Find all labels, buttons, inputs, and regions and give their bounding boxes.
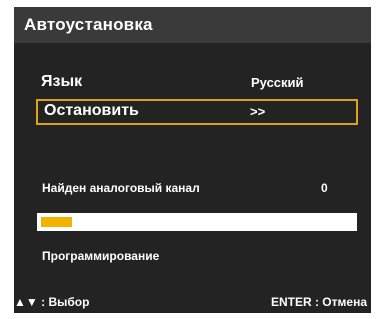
channel-found-row: Найден аналоговый канал 0 [42,181,352,199]
stop-row[interactable]: Остановить >> [36,99,358,125]
title-bar: Автоустановка [14,7,371,43]
footer: ▲▼ : Выбор ENTER : Отмена [14,295,371,313]
channel-found-count: 0 [321,181,328,195]
language-label: Язык [41,73,83,90]
channel-found-label: Найден аналоговый канал [42,181,200,195]
stop-label: Остановить [44,102,139,119]
stop-value: >> [250,104,266,119]
language-row[interactable]: Язык Русский [36,71,356,95]
nav-hint: ▲▼ : Выбор [14,295,89,309]
programming-label: Программирование [42,249,160,263]
menu-title: Автоустановка [24,15,153,34]
enter-cancel-hint: ENTER : Отмена [270,295,367,309]
nav-hint-label: : Выбор [41,295,90,309]
progress-bar [37,213,357,231]
up-down-arrow-icon: ▲▼ [14,295,38,309]
progress-fill [41,217,72,227]
language-value: Русский [251,75,304,90]
autotune-menu: Автоустановка Язык Русский Остановить >>… [14,7,371,313]
